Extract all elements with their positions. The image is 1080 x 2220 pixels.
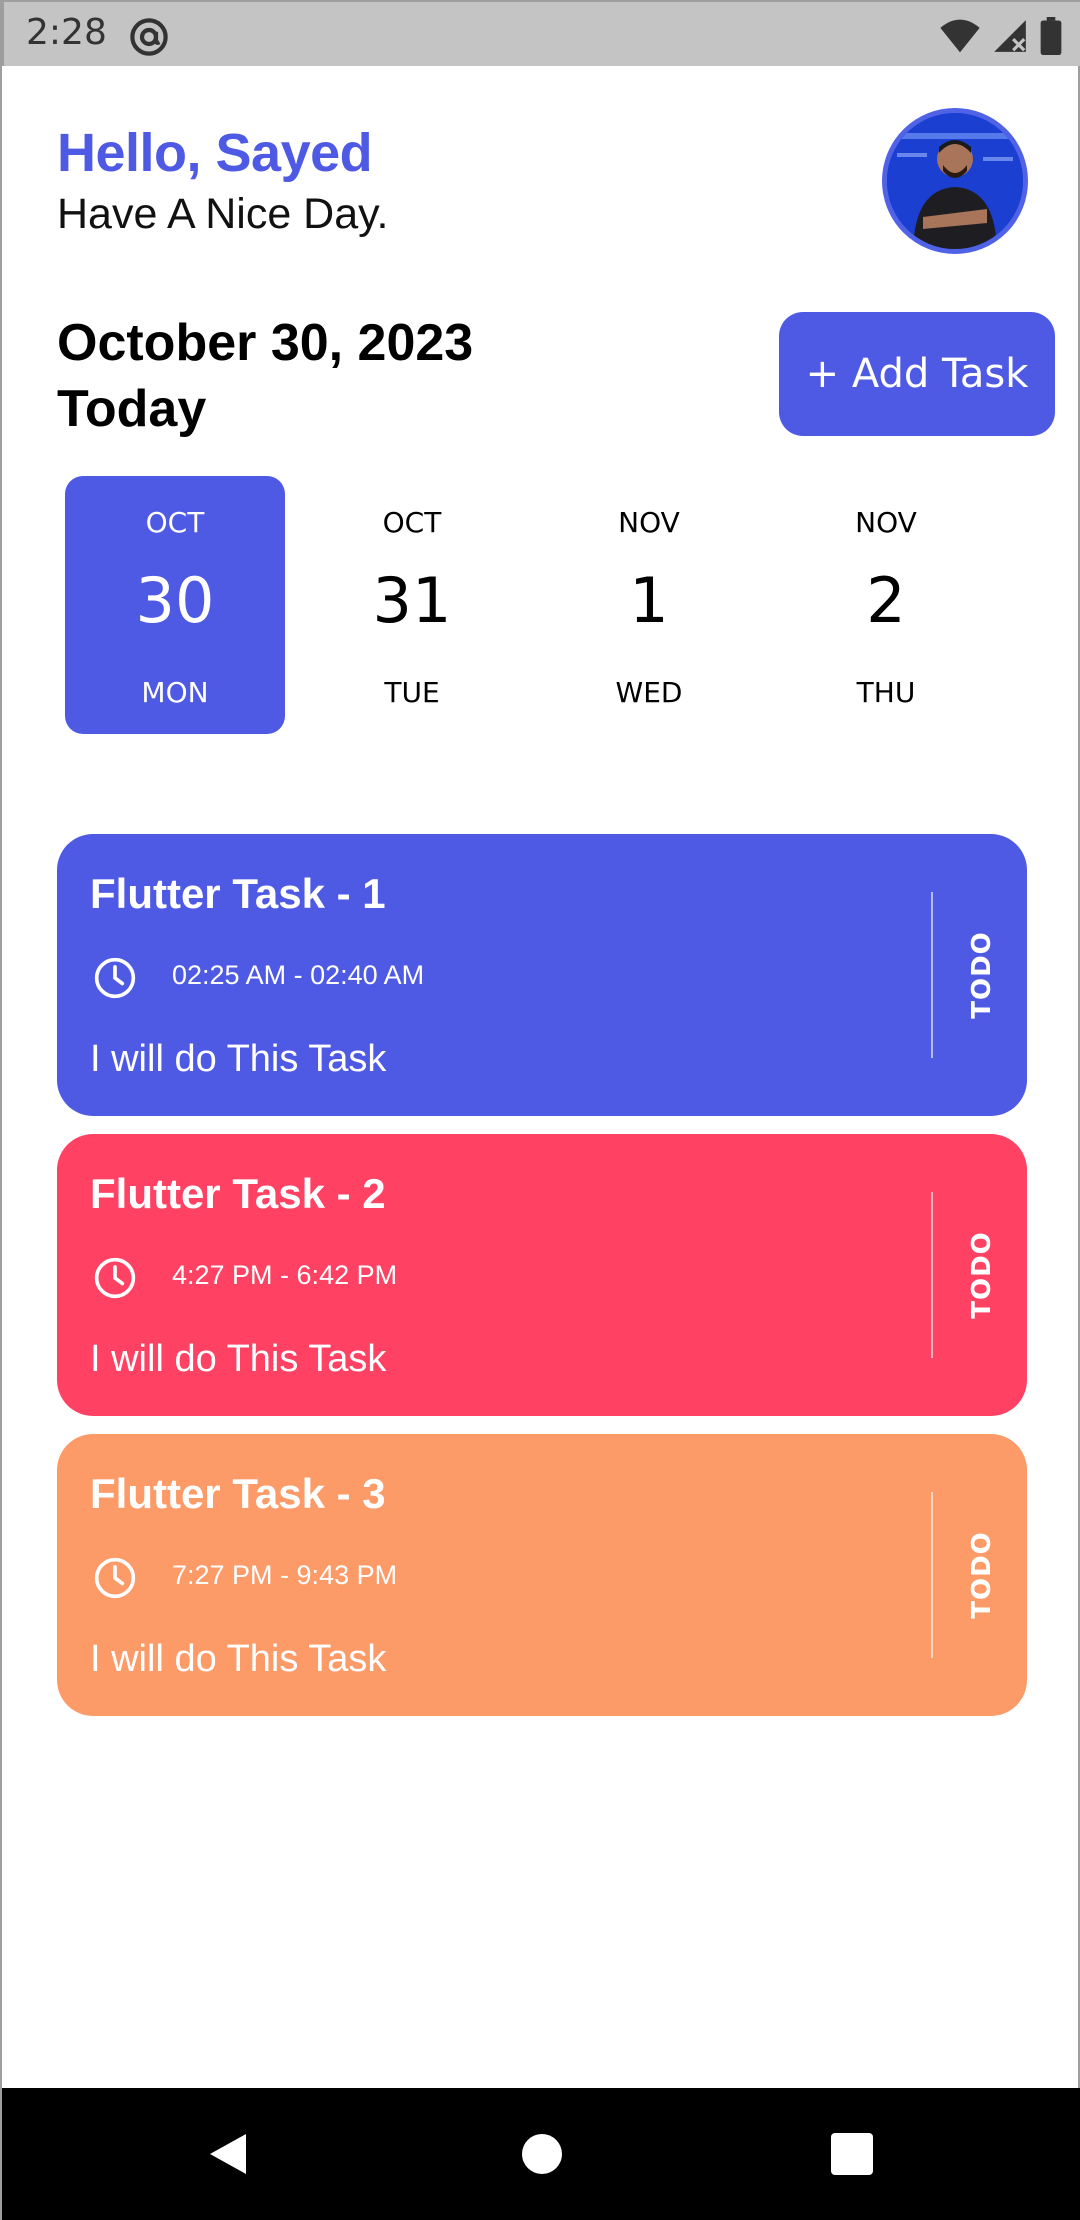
- app-screen: 2:28 Hello, Sayed Have A Nice Day. Octob…: [0, 0, 1080, 2220]
- today-label: Today: [57, 380, 207, 438]
- date-cell[interactable]: NOV 1 WED: [539, 476, 759, 734]
- avatar[interactable]: [882, 108, 1028, 254]
- status-icons: [940, 16, 1062, 56]
- task-status-label: TODO: [967, 1231, 997, 1319]
- date-day: 2: [866, 564, 906, 637]
- battery-icon: [1040, 17, 1062, 55]
- task-description: I will do This Task: [90, 1638, 387, 1680]
- task-divider: [931, 1492, 933, 1658]
- back-button[interactable]: [168, 2088, 288, 2220]
- task-description: I will do This Task: [90, 1038, 387, 1080]
- clock-icon: [94, 1257, 136, 1299]
- task-title: Flutter Task - 3: [90, 1470, 386, 1517]
- current-date: October 30, 2023: [57, 314, 474, 372]
- profile-photo: [887, 113, 1023, 249]
- task-divider: [931, 892, 933, 1058]
- home-icon: [522, 2134, 562, 2174]
- task-title: Flutter Task - 2: [90, 1170, 386, 1217]
- signal-icon: [994, 20, 1026, 52]
- date-cell[interactable]: OCT 31 TUE: [302, 476, 522, 734]
- date-month: NOV: [855, 506, 917, 539]
- date-cell[interactable]: OCT 30 MON: [65, 476, 285, 734]
- date-weekday: MON: [141, 676, 209, 709]
- task-card[interactable]: Flutter Task - 2 4:27 PM - 6:42 PM I wil…: [57, 1134, 1027, 1416]
- task-status: TODO: [937, 1492, 1027, 1658]
- task-description: I will do This Task: [90, 1338, 387, 1380]
- task-time: 7:27 PM - 9:43 PM: [172, 1560, 398, 1590]
- date-weekday: WED: [615, 676, 683, 709]
- date-cell[interactable]: NOV 2 THU: [776, 476, 996, 734]
- date-weekday: THU: [856, 676, 916, 709]
- task-card[interactable]: Flutter Task - 3 7:27 PM - 9:43 PM I wil…: [57, 1434, 1027, 1716]
- subgreeting: Have A Nice Day.: [57, 190, 389, 238]
- date-month: OCT: [382, 506, 442, 539]
- task-status-label: TODO: [967, 931, 997, 1019]
- task-status-label: TODO: [967, 1531, 997, 1619]
- recents-icon: [831, 2133, 873, 2175]
- navigation-bar: [2, 2088, 1080, 2220]
- status-time: 2:28: [26, 12, 107, 53]
- recents-button[interactable]: [792, 2088, 912, 2220]
- clock-icon: [94, 957, 136, 999]
- date-picker: OCT 30 MON OCT 31 TUE NOV 1 WED NOV 2 TH…: [65, 476, 1025, 734]
- greeting: Hello, Sayed: [57, 123, 373, 183]
- task-status: TODO: [937, 892, 1027, 1058]
- date-heading: October 30, 2023 Today: [57, 310, 473, 442]
- back-icon: [210, 2134, 246, 2174]
- at-sign-icon: [130, 18, 168, 56]
- task-divider: [931, 1192, 933, 1358]
- date-day: 1: [629, 564, 669, 637]
- wifi-icon: [940, 19, 980, 53]
- add-task-button[interactable]: + Add Task: [779, 312, 1055, 436]
- date-month: OCT: [145, 506, 205, 539]
- date-day: 31: [372, 564, 452, 637]
- task-title: Flutter Task - 1: [90, 870, 386, 917]
- clock-icon: [94, 1557, 136, 1599]
- task-time: 02:25 AM - 02:40 AM: [172, 960, 425, 990]
- date-day: 30: [135, 564, 215, 637]
- home-button[interactable]: [482, 2088, 602, 2220]
- date-weekday: TUE: [384, 676, 440, 709]
- task-card[interactable]: Flutter Task - 1 02:25 AM - 02:40 AM I w…: [57, 834, 1027, 1116]
- date-month: NOV: [618, 506, 680, 539]
- status-bar: 2:28: [2, 0, 1080, 66]
- task-time: 4:27 PM - 6:42 PM: [172, 1260, 398, 1290]
- task-status: TODO: [937, 1192, 1027, 1358]
